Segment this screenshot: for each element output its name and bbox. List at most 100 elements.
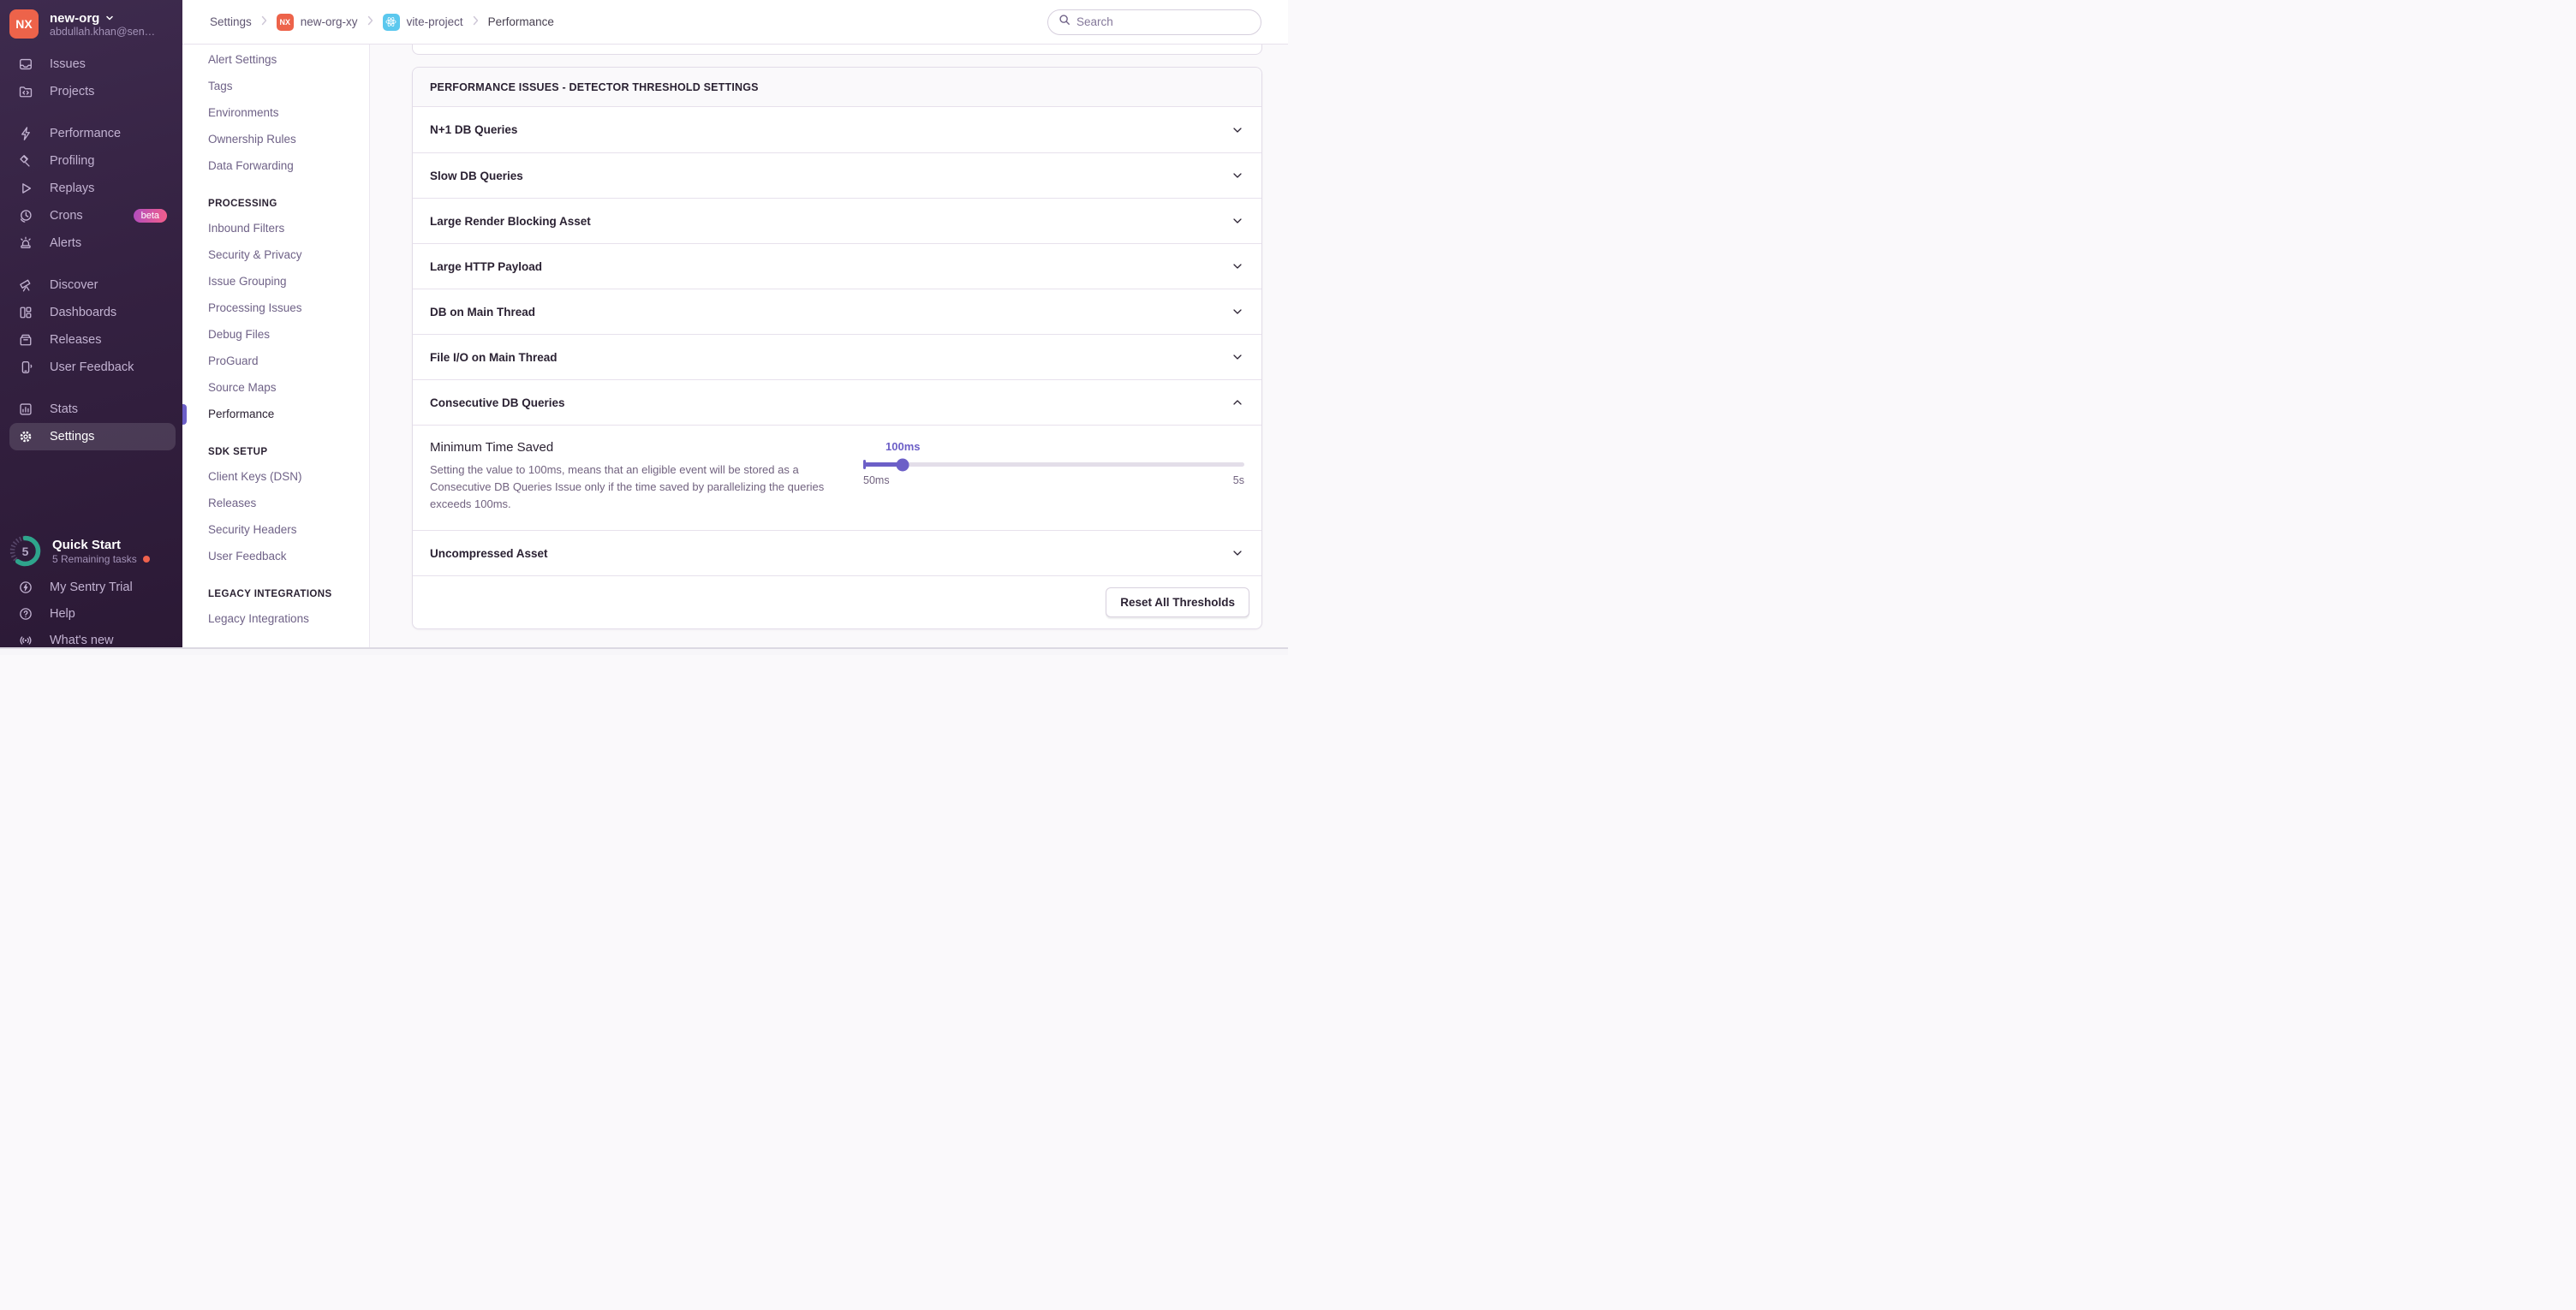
slider-handle[interactable] <box>897 458 909 471</box>
search-input[interactable] <box>1047 9 1261 35</box>
chevron-down-icon <box>1231 169 1244 182</box>
breadcrumb-vite-project[interactable]: vite-project <box>383 14 463 31</box>
sidebar-item-label: Settings <box>50 430 94 444</box>
sidebar-item-settings[interactable]: Settings <box>9 423 176 450</box>
sidebar-item-label: Releases <box>50 333 101 347</box>
profiling-icon <box>18 153 33 169</box>
settings-nav-item-label: Alert Settings <box>208 53 277 66</box>
settings-nav-item-label: Data Forwarding <box>208 159 294 172</box>
sidebar-item-label: User Feedback <box>50 360 134 374</box>
settings-nav-item-label: Releases <box>208 497 256 509</box>
projects-icon <box>18 84 33 99</box>
sidebar-item-stats[interactable]: Stats <box>9 396 176 423</box>
sidebar-item-releases[interactable]: Releases <box>9 326 176 354</box>
sidebar-item-help[interactable]: Help <box>9 600 176 627</box>
settings-icon <box>18 429 33 444</box>
sidebar-item-performance[interactable]: Performance <box>9 120 176 147</box>
sidebar-item-crons[interactable]: Cronsbeta <box>9 202 176 229</box>
detector-threshold-panel: PERFORMANCE ISSUES - DETECTOR THRESHOLD … <box>412 67 1262 629</box>
settings-nav-item-issue-grouping[interactable]: Issue Grouping <box>182 268 369 295</box>
detector-row-label: Uncompressed Asset <box>430 547 548 560</box>
breadcrumb: Settings NXnew-org-xy vite-project Performa… <box>210 14 554 31</box>
sidebar-item-user-feedback[interactable]: User Feedback <box>9 354 176 381</box>
settings-nav-item-label: Ownership Rules <box>208 133 296 146</box>
org-user-email: abdullah.khan@sen… <box>50 26 155 38</box>
detector-row-label: Consecutive DB Queries <box>430 396 565 409</box>
quick-start-subtitle: 5 Remaining tasks <box>52 553 137 565</box>
settings-nav-item-alert-settings[interactable]: Alert Settings <box>182 46 369 73</box>
main-sidebar: NX new-org abdullah.khan@sen… IssuesProj… <box>0 0 182 655</box>
notification-dot <box>143 556 150 563</box>
settings-nav-item-label: ProGuard <box>208 354 259 367</box>
settings-nav-item-releases[interactable]: Releases <box>182 490 369 516</box>
quick-start-progress-ring: 5 <box>9 535 41 567</box>
detector-row-uncompressed-asset[interactable]: Uncompressed Asset <box>413 530 1261 575</box>
settings-nav-item-tags[interactable]: Tags <box>182 73 369 99</box>
breadcrumb-label: vite-project <box>407 15 463 28</box>
search-field[interactable] <box>1076 15 1250 28</box>
settings-nav-item-performance[interactable]: Performance <box>182 401 369 427</box>
settings-nav-item-legacy-integrations[interactable]: Legacy Integrations <box>182 605 369 632</box>
sidebar-item-issues[interactable]: Issues <box>9 51 176 78</box>
settings-nav-item-label: Debug Files <box>208 328 270 341</box>
sidebar-item-my-sentry-trial[interactable]: My Sentry Trial <box>9 574 176 600</box>
settings-nav-item-ownership-rules[interactable]: Ownership Rules <box>182 126 369 152</box>
settings-nav-item-client-keys-dsn-[interactable]: Client Keys (DSN) <box>182 463 369 490</box>
sidebar-item-discover[interactable]: Discover <box>9 271 176 299</box>
settings-nav-item-label: Security & Privacy <box>208 248 302 261</box>
settings-nav-item-label: Tags <box>208 80 233 92</box>
slider-track[interactable] <box>863 462 1244 467</box>
chevron-down-icon <box>1231 123 1244 137</box>
quick-start-title: Quick Start <box>52 538 150 553</box>
org-avatar: NX <box>9 9 39 39</box>
previous-panel-bottom <box>412 45 1262 55</box>
org-name: new-org <box>50 11 99 26</box>
settings-nav-item-user-feedback[interactable]: User Feedback <box>182 543 369 569</box>
settings-nav-item-security-headers[interactable]: Security Headers <box>182 516 369 543</box>
alerts-icon <box>18 235 33 251</box>
settings-nav-heading: SDK SETUP <box>182 443 369 461</box>
settings-nav-item-environments[interactable]: Environments <box>182 99 369 126</box>
sidebar-item-replays[interactable]: Replays <box>9 175 176 202</box>
detector-row-db-on-main-thread[interactable]: DB on Main Thread <box>413 289 1261 334</box>
detector-row-slow-db-queries[interactable]: Slow DB Queries <box>413 152 1261 198</box>
detector-row-n-1-db-queries[interactable]: N+1 DB Queries <box>413 107 1261 152</box>
detector-row-file-i-o-on-main-thread[interactable]: File I/O on Main Thread <box>413 334 1261 379</box>
chevron-down-icon <box>1231 546 1244 560</box>
settings-nav-item-processing-issues[interactable]: Processing Issues <box>182 295 369 321</box>
slider-min-label: 50ms <box>863 474 890 486</box>
settings-nav-item-data-forwarding[interactable]: Data Forwarding <box>182 152 369 179</box>
org-switcher[interactable]: NX new-org abdullah.khan@sen… <box>0 0 182 39</box>
detector-row-label: Slow DB Queries <box>430 170 523 182</box>
settings-nav-item-source-maps[interactable]: Source Maps <box>182 374 369 401</box>
breadcrumb-new-org-xy[interactable]: NXnew-org-xy <box>277 14 358 31</box>
issues-icon <box>18 57 33 72</box>
reset-all-thresholds-button[interactable]: Reset All Thresholds <box>1106 587 1249 617</box>
settings-nav-heading: LEGACY INTEGRATIONS <box>182 585 369 604</box>
detector-row-large-render-blocking-asset[interactable]: Large Render Blocking Asset <box>413 198 1261 243</box>
sidebar-item-projects[interactable]: Projects <box>9 78 176 105</box>
settings-nav-item-proguard[interactable]: ProGuard <box>182 348 369 374</box>
breadcrumb-performance: Performance <box>488 15 554 28</box>
settings-nav-item-label: Legacy Integrations <box>208 612 309 625</box>
sidebar-item-profiling[interactable]: Profiling <box>9 147 176 175</box>
settings-nav-item-label: Environments <box>208 106 279 119</box>
detector-row-label: DB on Main Thread <box>430 306 535 319</box>
sidebar-item-alerts[interactable]: Alerts <box>9 229 176 257</box>
settings-nav-item-debug-files[interactable]: Debug Files <box>182 321 369 348</box>
sidebar-item-dashboards[interactable]: Dashboards <box>9 299 176 326</box>
detector-row-large-http-payload[interactable]: Large HTTP Payload <box>413 243 1261 289</box>
settings-nav-item-inbound-filters[interactable]: Inbound Filters <box>182 215 369 241</box>
sidebar-item-label: Alerts <box>50 236 81 250</box>
beta-badge: beta <box>134 209 167 223</box>
react-project-icon <box>383 14 400 31</box>
panel-footer: Reset All Thresholds <box>413 575 1261 628</box>
settings-nav-item-security-privacy[interactable]: Security & Privacy <box>182 241 369 268</box>
detector-row-consecutive-db-queries[interactable]: Consecutive DB Queries <box>413 379 1261 425</box>
slider-min-cap <box>863 460 866 469</box>
org-chip: NX <box>277 14 294 31</box>
quick-start[interactable]: 5 Quick Start 5 Remaining tasks <box>9 535 150 567</box>
whats-new-icon <box>18 633 33 648</box>
breadcrumb-settings[interactable]: Settings <box>210 15 252 28</box>
chevron-up-icon <box>1231 396 1244 409</box>
